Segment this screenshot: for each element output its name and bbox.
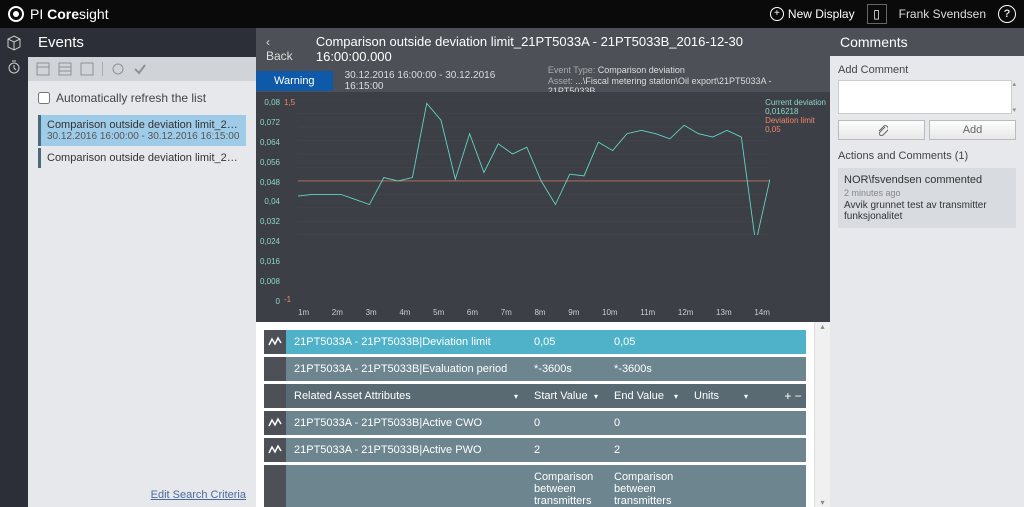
cube-icon[interactable] (5, 34, 23, 52)
detail-panel: ‹ Back Comparison outside deviation limi… (256, 28, 830, 507)
toolbar-icon-1[interactable] (36, 62, 50, 76)
header-add-remove[interactable]: + − (780, 384, 806, 408)
time-range: 30.12.2016 16:00:00 - 30.12.2016 16:15:0… (333, 70, 548, 92)
toolbar-icon-5[interactable] (133, 62, 147, 76)
vertical-scrollbar[interactable] (814, 322, 830, 507)
layout-toggle-button[interactable]: ▯ (867, 4, 887, 24)
new-display-button[interactable]: + New Display (770, 7, 855, 21)
comment-item: NOR\fsvendsen commented2 minutes agoAvvi… (838, 168, 1016, 228)
trend-icon (264, 465, 286, 507)
edit-search-link[interactable]: Edit Search Criteria (151, 489, 246, 501)
add-comment-label: Add Comment (838, 64, 1016, 76)
paperclip-icon (876, 124, 888, 136)
trend-icon (264, 330, 286, 354)
back-button[interactable]: ‹ Back (266, 35, 300, 63)
chart-xaxis: 1m2m3m4m5m6m7m8m9m10m11m12m13m14m (298, 308, 770, 322)
col-end-header[interactable]: End Value▾ (606, 384, 686, 408)
chart-svg (298, 100, 770, 235)
comment-input[interactable] (838, 80, 1012, 114)
col-units-header[interactable]: Units▾ (686, 384, 756, 408)
attach-button[interactable] (838, 120, 925, 140)
attribute-row[interactable]: 21PT5033A - 21PT5033B|Comment Comparison… (264, 465, 806, 507)
app-logo: PI Coresight (8, 6, 109, 22)
warning-badge: Warning (256, 71, 333, 91)
chart-legend: Current deviation 0,016218 Deviation lim… (765, 98, 826, 134)
detail-header: ‹ Back Comparison outside deviation limi… (256, 28, 830, 70)
trend-icon (264, 438, 286, 462)
attribute-header: Related Asset Attributes▾ Start Value▾ E… (264, 384, 806, 408)
left-nav (0, 28, 28, 507)
chart-area: 0,080,0720,0640,0560,0480,040,0320,0240,… (256, 92, 830, 322)
event-item[interactable]: Comparison outside deviation limit_21PT5… (38, 115, 246, 146)
toolbar-icon-3[interactable] (80, 62, 94, 76)
app-header: PI Coresight + New Display ▯ Frank Svend… (0, 0, 1024, 28)
plus-icon: + (770, 7, 784, 21)
events-panel: Events Automatically refresh the list Co… (28, 28, 256, 507)
timer-icon[interactable] (5, 58, 23, 76)
attribute-row[interactable]: 21PT5033A - 21PT5033B|Active CWO 0 0 (264, 411, 806, 435)
toolbar-icon-4[interactable] (111, 62, 125, 76)
comments-title: Comments (830, 28, 1024, 56)
chart-yaxis: 0,080,0720,0640,0560,0480,040,0320,0240,… (256, 92, 282, 306)
attribute-row[interactable]: 21PT5033A - 21PT5033B|Active PWO 2 2 (264, 438, 806, 462)
col-start-header[interactable]: Start Value▾ (526, 384, 606, 408)
col-name-header[interactable]: Related Asset Attributes▾ (286, 384, 526, 408)
detail-meta: Warning 30.12.2016 16:00:00 - 30.12.2016… (256, 70, 830, 92)
help-icon[interactable]: ? (998, 5, 1016, 23)
events-toolbar (28, 57, 256, 81)
autorefresh-input[interactable] (38, 92, 50, 104)
toolbar-icon-2[interactable] (58, 62, 72, 76)
trend-icon (264, 357, 286, 381)
add-comment-button[interactable]: Add (929, 120, 1016, 140)
attribute-row[interactable]: 21PT5033A - 21PT5033B|Deviation limit 0,… (264, 330, 806, 354)
attribute-row[interactable]: 21PT5033A - 21PT5033B|Evaluation period … (264, 357, 806, 381)
app-name: PI Coresight (30, 6, 109, 22)
attribute-table: 21PT5033A - 21PT5033B|Deviation limit 0,… (256, 322, 814, 507)
detail-title: Comparison outside deviation limit_21PT5… (316, 34, 820, 64)
events-title: Events (28, 28, 256, 57)
comments-panel: Comments Add Comment ▴▾ Add Actions and … (830, 28, 1024, 507)
logo-icon (8, 6, 24, 22)
actions-section-label: Actions and Comments (1) (838, 150, 1016, 162)
trend-icon (264, 411, 286, 435)
event-item[interactable]: Comparison outside deviation limit_21PT5… (38, 148, 246, 168)
autorefresh-checkbox[interactable]: Automatically refresh the list (38, 91, 246, 105)
user-name[interactable]: Frank Svendsen (899, 7, 986, 21)
